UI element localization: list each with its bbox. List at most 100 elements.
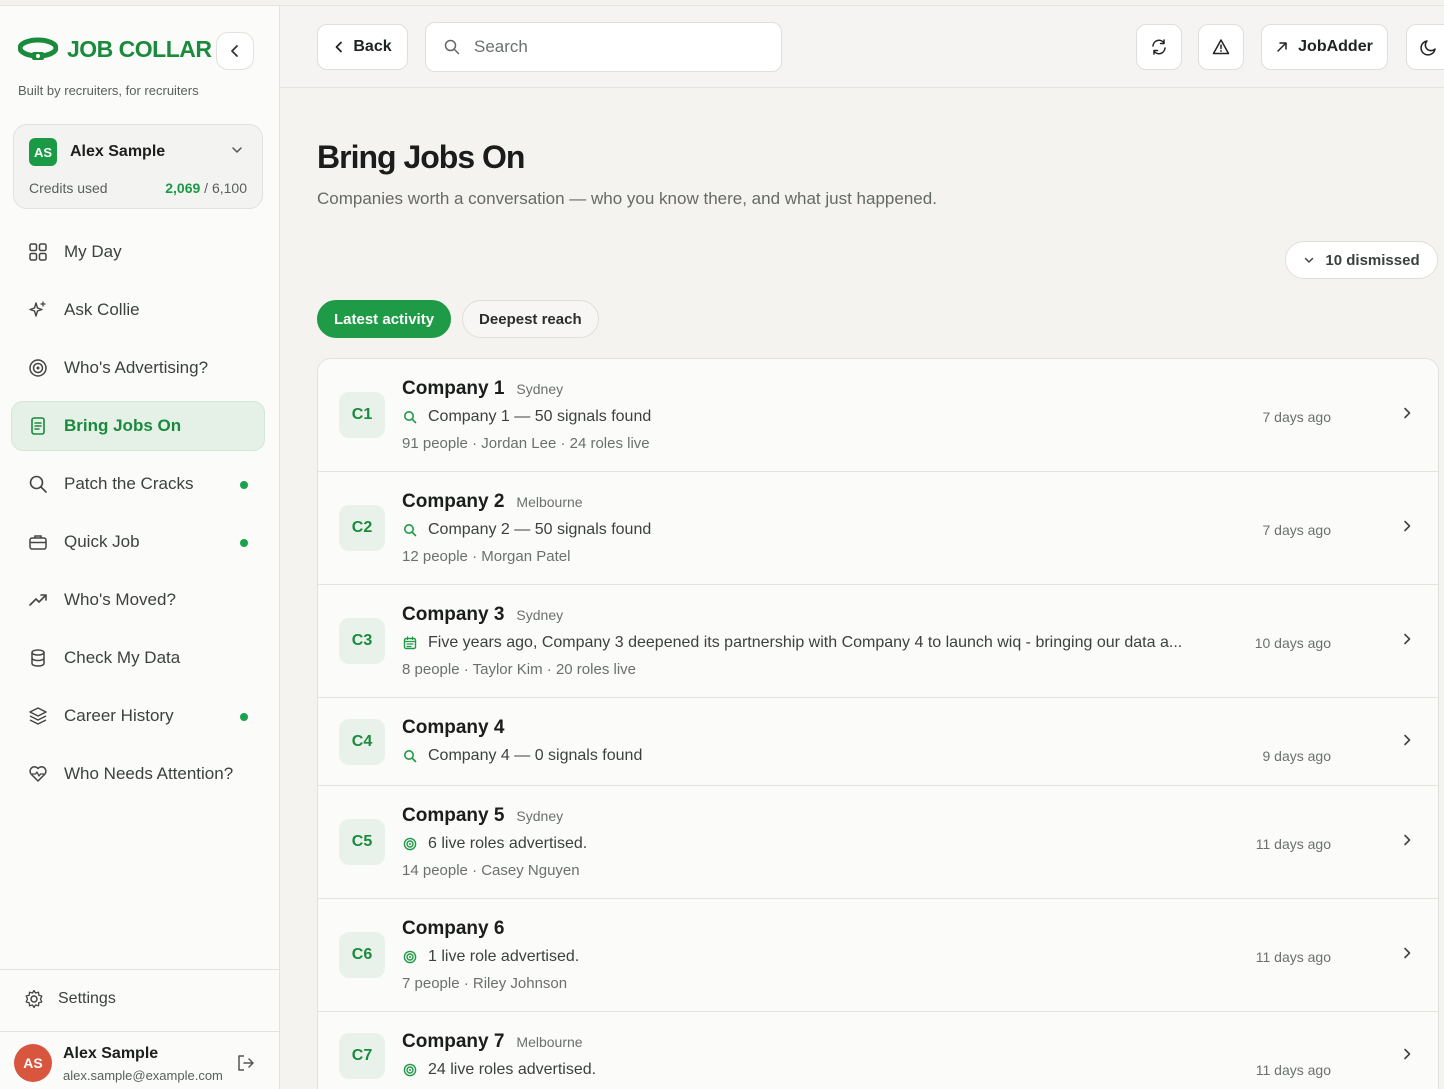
sidebar-item-ask-collie[interactable]: Ask Collie: [11, 285, 265, 335]
company-location: Melbourne: [516, 1034, 583, 1050]
sidebar-item-label: Ask Collie: [64, 300, 140, 319]
brand[interactable]: JOB COLLAR: [18, 36, 212, 63]
chevron-right-icon[interactable]: [1400, 1047, 1414, 1061]
user-email: alex.sample@example.com: [63, 1068, 223, 1083]
dismissed-label: 10 dismissed: [1325, 251, 1420, 269]
activity-time: 7 days ago: [1262, 409, 1332, 425]
sidebar-item-label: Check My Data: [64, 648, 181, 667]
trend-up-icon: [28, 590, 48, 610]
sidebar-nav: My Day Ask Collie Who's Advertising? Bring …: [11, 227, 265, 807]
sidebar-item-who-needs-attention[interactable]: Who Needs Attention?: [11, 749, 265, 799]
chevron-right-icon[interactable]: [1400, 733, 1414, 747]
sidebar-item-label: Who's Moved?: [64, 590, 176, 609]
target-icon: [28, 358, 48, 378]
sidebar-item-label: My Day: [64, 242, 122, 261]
company-location: Sydney: [516, 381, 564, 397]
activity-time: 11 days ago: [1255, 949, 1331, 965]
company-badge: C4: [339, 719, 385, 765]
company-badge: C3: [339, 618, 385, 664]
top-bar: Back JobAdder: [280, 6, 1444, 88]
signal-text: Company 2 — 50 signals found: [428, 521, 652, 538]
sidebar-item-my-day[interactable]: My Day: [11, 227, 265, 277]
chevron-right-icon[interactable]: [1400, 519, 1414, 533]
company-meta: 7 people · Riley Johnson: [402, 975, 568, 992]
back-button[interactable]: Back: [317, 24, 408, 70]
company-row[interactable]: C6 Company 6 1 live role advertised. 7 peop…: [318, 899, 1438, 1012]
chevron-right-icon[interactable]: [1400, 833, 1414, 847]
dismissed-toggle[interactable]: 10 dismissed: [1285, 241, 1438, 279]
credits-value: 2,069 / 6,100: [165, 180, 247, 196]
company-title: Company 6: [402, 918, 504, 940]
signal-text: 24 live roles advertised.: [428, 1061, 597, 1078]
company-signal: 1 live role advertised.: [402, 948, 579, 966]
company-meta: 12 people · Morgan Patel: [402, 548, 571, 565]
company-row[interactable]: C5 Company 5 Sydney 6 live roles advertised…: [318, 786, 1438, 899]
company-badge: C6: [339, 932, 385, 978]
company-name: Company 3: [402, 604, 505, 625]
sidebar-item-patch-the-cracks[interactable]: Patch the Cracks: [11, 459, 265, 509]
user-avatar[interactable]: AS: [14, 1044, 52, 1082]
signal-text: 1 live role advertised.: [428, 948, 580, 965]
external-arrow-icon: [1277, 42, 1287, 52]
chevron-left-icon: [335, 41, 343, 53]
theme-toggle-button[interactable]: [1406, 24, 1444, 70]
search-input[interactable]: [474, 37, 754, 57]
company-row[interactable]: C4 Company 4 Company 4 — 0 signals found 9 …: [318, 698, 1438, 786]
back-label: Back: [353, 38, 392, 55]
credits-total: / 6,100: [200, 180, 247, 196]
chevron-right-icon[interactable]: [1400, 946, 1414, 960]
status-dot: [240, 539, 248, 547]
company-name: Company 7: [402, 1031, 505, 1052]
refresh-button[interactable]: [1136, 24, 1182, 70]
alert-button[interactable]: [1198, 24, 1244, 70]
company-title: Company 5 Sydney: [402, 805, 563, 827]
main-content: Back JobAdder Bring Jobs On Companies wo…: [280, 6, 1444, 1089]
signal-text: Company 1 — 50 signals found: [428, 408, 652, 425]
sidebar-item-label: Bring Jobs On: [64, 416, 182, 435]
sidebar-item-who-s-advertising[interactable]: Who's Advertising?: [11, 343, 265, 393]
search-icon: [402, 522, 418, 538]
company-signal: 24 live roles advertised.: [402, 1061, 596, 1079]
chevron-right-icon[interactable]: [1400, 406, 1414, 420]
sidebar-item-bring-jobs-on[interactable]: Bring Jobs On: [11, 401, 265, 451]
status-dot: [240, 713, 248, 721]
sidebar-item-label: Who Needs Attention?: [64, 764, 234, 783]
jobadder-label: JobAdder: [1298, 38, 1373, 55]
settings-link[interactable]: Settings: [24, 989, 116, 1009]
jobadder-button[interactable]: JobAdder: [1261, 24, 1388, 70]
layers-icon: [28, 706, 48, 726]
company-name: Company 6: [402, 918, 505, 939]
tab-latest-activity[interactable]: Latest activity: [317, 300, 452, 338]
company-name: Company 1: [402, 378, 505, 399]
sidebar-item-career-history[interactable]: Career History: [11, 691, 265, 741]
tab-deepest-reach[interactable]: Deepest reach: [462, 300, 599, 338]
warning-icon: [1212, 39, 1230, 55]
account-name: Alex Sample: [70, 143, 166, 160]
sidebar-item-quick-job[interactable]: Quick Job: [11, 517, 265, 567]
company-row[interactable]: C3 Company 3 Sydney Five years ago, Company…: [318, 585, 1438, 698]
divider: [0, 1031, 279, 1032]
company-signal: Company 2 — 50 signals found: [402, 521, 651, 539]
search-icon: [444, 39, 460, 55]
collapse-sidebar-button[interactable]: [216, 32, 254, 70]
calendar-icon: [402, 635, 418, 651]
company-title: Company 7 Melbourne: [402, 1031, 583, 1053]
company-row[interactable]: C1 Company 1 Sydney Company 1 — 50 signals …: [318, 359, 1438, 472]
sidebar-item-label: Who's Advertising?: [64, 358, 209, 377]
page-subtitle: Companies worth a conversation — who you…: [317, 189, 937, 208]
page-title: Bring Jobs On: [317, 139, 525, 175]
chevron-right-icon[interactable]: [1400, 632, 1414, 646]
company-signal: Five years ago, Company 3 deepened its p…: [402, 634, 1182, 652]
logout-icon[interactable]: [236, 1053, 256, 1073]
sidebar-item-who-s-moved[interactable]: Who's Moved?: [11, 575, 265, 625]
target-icon: [402, 1062, 418, 1078]
company-row[interactable]: C2 Company 2 Melbourne Company 2 — 50 signa…: [318, 472, 1438, 585]
company-badge: C2: [339, 505, 385, 551]
grid-icon: [28, 242, 48, 262]
gear-icon: [25, 989, 43, 1009]
company-row[interactable]: C7 Company 7 Melbourne 24 live roles advert…: [318, 1012, 1438, 1089]
company-signal: 6 live roles advertised.: [402, 835, 587, 853]
account-switcher[interactable]: AS Alex Sample Credits used 2,069 / 6,10…: [13, 124, 263, 209]
search-box[interactable]: [425, 22, 782, 72]
sidebar-item-check-my-data[interactable]: Check My Data: [11, 633, 265, 683]
